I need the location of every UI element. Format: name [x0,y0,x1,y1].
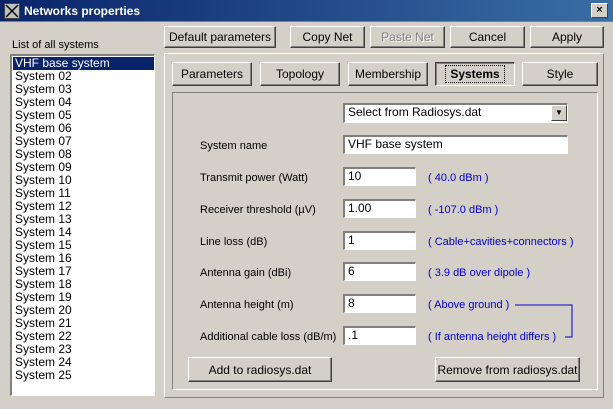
systems-list-label: List of all systems [12,39,99,51]
window-title: Networks properties [24,4,141,18]
line-loss-note: ( Cable+cavities+connectors ) [428,236,574,248]
receiver-threshold-note: ( -107.0 dBm ) [428,204,499,216]
paste-net-button[interactable]: Paste Net [370,26,445,48]
app-icon [4,3,20,19]
receiver-threshold-label: Receiver threshold (µV) [200,204,316,216]
transmit-power-label: Transmit power (Watt) [200,172,308,184]
transmit-power-field[interactable]: 10 [343,167,416,186]
cable-loss-label: Additional cable loss (dB/m) [200,331,337,343]
line-loss-label: Line loss (dB) [200,236,268,248]
height-cable-bracket [515,304,573,338]
chevron-down-icon[interactable]: ▼ [551,105,567,121]
antenna-height-label: Antenna height (m) [200,299,294,311]
apply-button[interactable]: Apply [530,26,604,48]
system-name-field[interactable]: VHF base system [343,135,568,154]
antenna-gain-field[interactable]: 6 [343,262,416,281]
cancel-button[interactable]: Cancel [450,26,525,48]
radiosys-select-value: Select from Radiosys.dat [348,105,482,119]
remove-from-radiosys-button[interactable]: Remove from radiosys.dat [435,357,580,382]
systems-listbox[interactable]: VHF base system System 02 System 03 System … [10,54,155,396]
radiosys-select[interactable]: Select from Radiosys.dat ▼ [343,103,568,123]
add-to-radiosys-button[interactable]: Add to radiosys.dat [188,357,332,382]
default-parameters-button[interactable]: Default parameters [164,26,276,48]
antenna-gain-note: ( 3.9 dB over dipole ) [428,267,531,279]
copy-net-button[interactable]: Copy Net [290,26,365,48]
antenna-gain-label: Antenna gain (dBi) [200,267,292,279]
tab-style[interactable]: Style [522,62,598,86]
tab-parameters[interactable]: Parameters [172,62,252,86]
transmit-power-note: ( 40.0 dBm ) [428,172,489,184]
tab-membership[interactable]: Membership [348,62,428,86]
list-item[interactable]: System 25 [13,369,154,382]
line-loss-field[interactable]: 1 [343,231,416,250]
system-name-label: System name [200,140,268,152]
close-icon[interactable]: × [591,3,608,18]
receiver-threshold-field[interactable]: 1.00 [343,199,416,218]
tab-topology[interactable]: Topology [260,62,340,86]
title-bar: Networks properties × [0,0,613,22]
tab-systems[interactable]: Systems [435,62,515,86]
tab-systems-label: Systems [445,65,505,83]
antenna-height-field[interactable]: 8 [343,294,416,313]
antenna-height-note: ( Above ground ) [428,299,510,311]
cable-loss-field[interactable]: .1 [343,326,416,345]
